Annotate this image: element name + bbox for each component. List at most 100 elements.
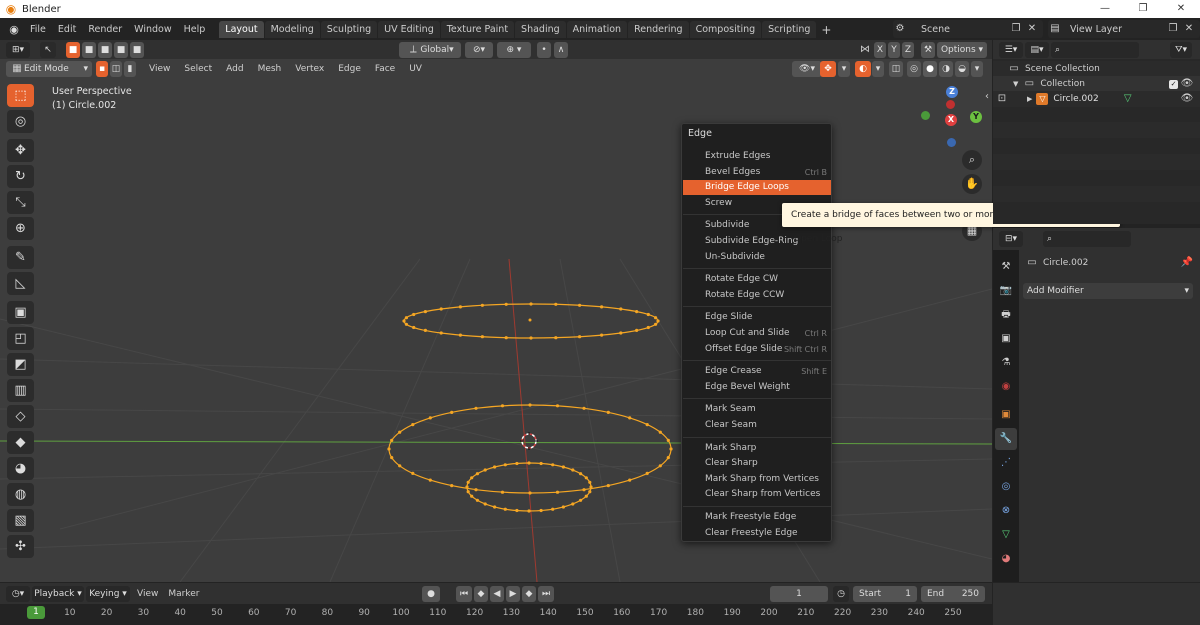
selected-vertex[interactable] xyxy=(669,447,673,451)
selected-vertex[interactable] xyxy=(584,494,588,498)
selected-vertex[interactable] xyxy=(398,464,402,468)
selected-vertex[interactable] xyxy=(466,480,470,484)
tab-texture-paint[interactable]: Texture Paint xyxy=(440,21,515,38)
mesh-data-icon[interactable]: ▽ xyxy=(1121,92,1135,106)
3d-viewport[interactable]: User Perspective (1) Circle.002 Z Y X ⌕ … xyxy=(0,59,992,582)
editor-type-icon[interactable]: ⊞▾ xyxy=(6,41,30,58)
display-mode-icon[interactable]: ▤▾ xyxy=(1025,41,1049,58)
playback-dropdown[interactable]: Playback ▾ xyxy=(32,585,84,602)
selected-vertex[interactable] xyxy=(645,423,649,427)
shading-solid-icon[interactable]: ● xyxy=(923,60,937,77)
overlay-dropdown[interactable]: ▾ xyxy=(872,60,884,77)
selected-vertex[interactable] xyxy=(428,416,432,420)
particles-tab-icon[interactable]: ⋰ xyxy=(995,452,1017,474)
tab-animation[interactable]: Animation xyxy=(566,21,628,38)
select-mode-new-icon[interactable]: ■ xyxy=(66,41,80,58)
menu-item-clear-sharp-from-vertices[interactable]: Clear Sharp from Vertices xyxy=(683,487,831,502)
selected-vertex[interactable] xyxy=(450,484,454,488)
play-icon[interactable]: ▶ xyxy=(506,585,520,602)
menu-item-un-subdivide[interactable]: Un-Subdivide xyxy=(683,250,831,265)
scale-tool-icon[interactable]: ⤡ xyxy=(7,191,34,214)
selected-vertex[interactable] xyxy=(600,305,604,309)
output-tab-icon[interactable]: 🖶 xyxy=(995,304,1017,326)
shrink-fatten-tool-icon[interactable]: ✣ xyxy=(7,535,34,558)
menu-item-edge-crease[interactable]: Edge Crease Shift E xyxy=(683,364,831,379)
tab-scripting[interactable]: Scripting xyxy=(762,21,817,38)
object-types-visibility[interactable]: 👁▾ xyxy=(792,60,822,77)
tab-sculpting[interactable]: Sculpting xyxy=(320,21,378,38)
selected-vertex[interactable] xyxy=(500,404,505,408)
modifiers-tab-icon[interactable]: 🔧 xyxy=(995,428,1017,450)
sidebar-toggle-icon[interactable]: ‹ xyxy=(983,90,991,104)
selected-vertex[interactable] xyxy=(554,336,558,340)
menu-mesh[interactable]: Mesh xyxy=(251,64,289,74)
selected-vertex[interactable] xyxy=(539,508,543,513)
selected-vertex[interactable] xyxy=(656,319,660,323)
selected-vertex[interactable] xyxy=(515,508,519,513)
preview-range-icon[interactable]: ◷ xyxy=(833,585,849,602)
selected-vertex[interactable] xyxy=(504,302,508,306)
outliner-row-collection[interactable]: ▼ ▭ Collection ✓ 👁 xyxy=(993,76,1200,92)
selected-vertex[interactable] xyxy=(578,303,582,307)
blender-menu-icon[interactable]: ◉ xyxy=(4,23,24,36)
menu-view[interactable]: View xyxy=(142,64,177,74)
restore-button[interactable]: ❐ xyxy=(1124,0,1162,18)
new-view-layer-icon[interactable]: ❐ xyxy=(1166,22,1180,36)
selected-vertex[interactable] xyxy=(606,484,610,488)
gizmo-neg-y-axis[interactable] xyxy=(921,111,930,120)
bevel-tool-icon[interactable]: ◩ xyxy=(7,353,34,376)
selected-vertex[interactable] xyxy=(465,485,469,489)
face-select-icon[interactable]: ▮ xyxy=(124,60,136,77)
selected-vertex[interactable] xyxy=(654,322,658,326)
selected-vertex[interactable] xyxy=(470,476,474,480)
outliner-row-scene-collection[interactable]: ▭ Scene Collection xyxy=(993,61,1200,77)
properties-search-input[interactable]: ⌕ xyxy=(1043,231,1131,247)
selected-vertex[interactable] xyxy=(666,438,670,442)
outliner-row-object[interactable]: ⊡ ▶ ▽ Circle.002 ▽ 👁 xyxy=(993,91,1200,107)
selected-vertex[interactable] xyxy=(528,403,532,407)
view-layer-selector[interactable]: ▤ View Layer ❐ ✕ xyxy=(1048,20,1200,38)
tab-compositing[interactable]: Compositing xyxy=(689,21,762,38)
selected-vertex[interactable] xyxy=(619,331,623,335)
menu-edit[interactable]: Edit xyxy=(52,24,82,35)
zoom-icon[interactable]: ⌕ xyxy=(962,150,982,170)
menu-face[interactable]: Face xyxy=(368,64,402,74)
selected-vertex[interactable] xyxy=(588,490,592,494)
selected-vertex[interactable] xyxy=(600,333,604,337)
end-frame-field[interactable]: End 250 xyxy=(921,585,985,602)
new-scene-icon[interactable]: ❐ xyxy=(1009,22,1023,36)
axis-x-toggle[interactable]: X xyxy=(874,41,886,58)
extrude-region-tool-icon[interactable]: ▣ xyxy=(7,301,34,324)
collection-checkbox[interactable]: ✓ xyxy=(1169,79,1178,89)
menu-item-rotate-edge-cw[interactable]: Rotate Edge CW xyxy=(683,272,831,287)
keying-dropdown[interactable]: Keying ▾ xyxy=(86,585,130,602)
selected-vertex[interactable] xyxy=(555,490,560,494)
collapse-arrow-icon[interactable]: ▼ xyxy=(1013,80,1018,88)
menu-render[interactable]: Render xyxy=(82,24,128,35)
selected-vertex[interactable] xyxy=(645,471,649,475)
selected-vertex[interactable] xyxy=(474,488,478,492)
shading-rendered-icon[interactable]: ◒ xyxy=(955,60,969,77)
selected-vertex[interactable] xyxy=(528,491,532,495)
menu-item-mark-sharp[interactable]: Mark Sharp xyxy=(683,441,831,456)
select-mode-invert-icon[interactable]: ■ xyxy=(114,41,128,58)
transform-orientation-dropdown[interactable]: ⟂ Global ▾ xyxy=(399,41,461,58)
outliner-editor-type-icon[interactable]: ☰▾ xyxy=(999,41,1023,58)
selected-vertex[interactable] xyxy=(529,336,533,340)
material-tab-icon[interactable]: ◕ xyxy=(995,548,1017,570)
menu-item-extrude-edges[interactable]: Extrude Edges xyxy=(683,149,831,164)
object-tab-icon[interactable]: ▣ xyxy=(995,404,1017,426)
inset-faces-tool-icon[interactable]: ◰ xyxy=(7,327,34,350)
menu-window[interactable]: Window xyxy=(128,24,177,35)
menu-item-edge-slide[interactable]: Edge Slide xyxy=(683,310,831,325)
select-mode-extend-icon[interactable]: ■ xyxy=(82,41,96,58)
selected-vertex[interactable] xyxy=(628,478,632,482)
selected-vertex[interactable] xyxy=(404,322,408,326)
tool-settings-tab-icon[interactable]: ⚒ xyxy=(995,256,1017,278)
add-modifier-dropdown[interactable]: Add Modifier ▾ xyxy=(1023,283,1193,299)
selected-vertex[interactable] xyxy=(582,488,586,492)
proportional-falloff-icon[interactable]: ∧ xyxy=(554,41,568,58)
tab-uv-editing[interactable]: UV Editing xyxy=(378,21,440,38)
selected-vertex[interactable] xyxy=(515,461,519,466)
selected-vertex[interactable] xyxy=(579,498,583,502)
